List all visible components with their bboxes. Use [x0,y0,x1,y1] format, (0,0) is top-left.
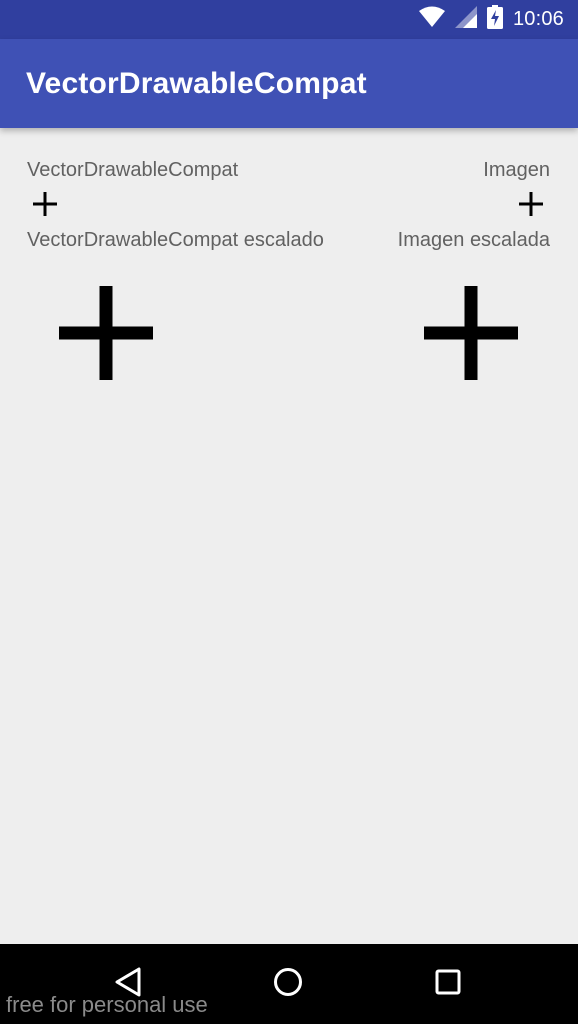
status-bar: 10:06 [0,0,578,39]
status-icons: 10:06 [418,0,564,39]
image-plus-small-icon [519,192,543,216]
image-scaled-label: Imagen escalada [397,229,550,251]
image-label: Imagen [483,159,550,181]
vector-plus-small-icon [33,192,57,216]
battery-charging-icon [486,5,503,34]
content-area: VectorDrawableCompat Imagen VectorDrawab… [0,128,578,944]
vector-scaled-label: VectorDrawableCompat escalado [27,229,324,251]
home-button[interactable] [266,962,310,1006]
cell-signal-icon [454,6,477,33]
home-icon [273,967,303,1002]
watermark-text: free for personal use [6,992,208,1017]
status-time: 10:06 [512,8,564,30]
vector-drawable-label: VectorDrawableCompat [27,159,239,181]
navigation-bar: free for personal use [0,944,578,1024]
image-plus-large-icon [424,286,518,380]
app-bar: VectorDrawableCompat [0,39,578,128]
vector-plus-large-icon [59,286,153,380]
app-title: VectorDrawableCompat [26,67,367,100]
recents-icon [435,969,461,1000]
recents-button[interactable] [426,962,470,1006]
wifi-icon [418,6,445,33]
